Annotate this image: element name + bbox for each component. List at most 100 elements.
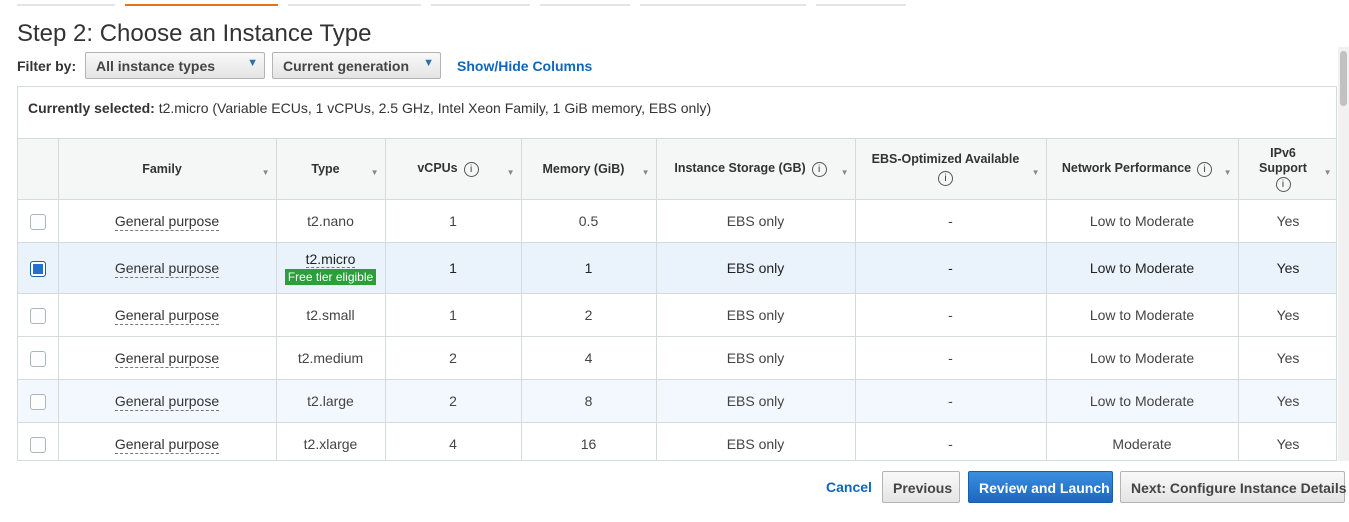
memory-cell: 2 xyxy=(521,293,657,337)
free-tier-badge: Free tier eligible xyxy=(284,269,377,285)
filter-label: Filter by: xyxy=(17,58,77,74)
scrollbar-thumb[interactable] xyxy=(1340,51,1347,106)
select-column-header xyxy=(18,139,59,200)
vcpus-cell: 2 xyxy=(385,336,522,380)
network-cell: Moderate xyxy=(1046,422,1239,460)
type-cell: t2.nano xyxy=(276,199,386,243)
filter-bar: Filter by: All instance types ▼ Current … xyxy=(17,52,1337,79)
network-cell: Low to Moderate xyxy=(1046,199,1239,243)
family-cell: General purpose xyxy=(58,379,277,423)
memory-cell: 0.5 xyxy=(521,199,657,243)
network-cell: Low to Moderate xyxy=(1046,379,1239,423)
sort-caret-icon[interactable]: ▼ xyxy=(1032,165,1040,180)
family-cell: General purpose xyxy=(58,242,277,294)
current-selection: Currently selected: t2.micro (Variable E… xyxy=(18,87,1336,139)
instance-type-table: Family ▼ Type ▼ vCPUs i ▼ Memory (GiB) ▼ Inst… xyxy=(18,139,1336,460)
row-checkbox-checked[interactable] xyxy=(29,260,46,277)
column-header-memory[interactable]: Memory (GiB) ▼ xyxy=(521,139,657,200)
ebs-cell: - xyxy=(855,199,1047,243)
review-and-launch-button[interactable]: Review and Launch xyxy=(968,471,1113,503)
row-checkbox[interactable] xyxy=(29,213,46,230)
wizard-tab[interactable] xyxy=(288,4,421,6)
wizard-tab[interactable] xyxy=(540,4,630,6)
sort-caret-icon[interactable]: ▼ xyxy=(371,165,379,180)
ipv6-cell: Yes xyxy=(1238,422,1336,460)
column-header-family[interactable]: Family ▼ xyxy=(58,139,277,200)
table-row[interactable]: General purpose t2.nano 1 0.5 EBS only -… xyxy=(18,199,1336,243)
row-checkbox[interactable] xyxy=(29,436,46,453)
table-row-hovered[interactable]: General purpose t2.large 2 8 EBS only - … xyxy=(18,379,1336,423)
sort-caret-icon[interactable]: ▼ xyxy=(841,165,849,180)
instance-type-filter-dropdown[interactable]: All instance types ▼ xyxy=(85,52,265,79)
wizard-tab[interactable] xyxy=(17,4,115,6)
column-header-label: Memory (GiB) xyxy=(542,161,625,176)
chevron-down-icon: ▼ xyxy=(423,57,434,69)
ebs-cell: - xyxy=(855,293,1047,337)
storage-cell: EBS only xyxy=(656,336,856,380)
family-link[interactable]: General purpose xyxy=(114,393,220,411)
ipv6-cell: Yes xyxy=(1238,293,1336,337)
info-icon[interactable]: i xyxy=(811,161,827,177)
column-header-ipv6[interactable]: IPv6 Support i ▼ xyxy=(1238,139,1336,200)
column-header-label: Network Performance xyxy=(1061,161,1192,176)
row-select-cell xyxy=(18,199,59,243)
row-checkbox[interactable] xyxy=(29,393,46,410)
column-header-label: Type xyxy=(311,161,340,176)
sort-caret-icon[interactable]: ▼ xyxy=(1224,165,1232,180)
chevron-down-icon: ▼ xyxy=(247,57,258,69)
table-row[interactable]: General purpose t2.medium 2 4 EBS only -… xyxy=(18,336,1336,380)
vertical-scrollbar[interactable] xyxy=(1338,47,1349,461)
table-row[interactable]: General purpose t2.xlarge 4 16 EBS only … xyxy=(18,422,1336,460)
vcpus-cell: 1 xyxy=(385,242,522,294)
table-row[interactable]: General purpose t2.small 1 2 EBS only - … xyxy=(18,293,1336,337)
generation-filter-value: Current generation xyxy=(283,58,410,74)
type-cell: t2.micro Free tier eligible xyxy=(276,242,386,294)
sort-caret-icon[interactable]: ▼ xyxy=(262,165,270,180)
column-header-storage[interactable]: Instance Storage (GB) i ▼ xyxy=(656,139,856,200)
show-hide-columns-link[interactable]: Show/Hide Columns xyxy=(457,58,592,74)
column-header-type[interactable]: Type ▼ xyxy=(276,139,386,200)
storage-cell: EBS only xyxy=(656,242,856,294)
wizard-tab[interactable] xyxy=(816,4,906,6)
family-cell: General purpose xyxy=(58,199,277,243)
next-configure-instance-button[interactable]: Next: Configure Instance Details xyxy=(1120,471,1347,503)
wizard-tab[interactable] xyxy=(431,4,530,6)
table-header-row: Family ▼ Type ▼ vCPUs i ▼ Memory (GiB) ▼ Inst… xyxy=(18,139,1336,200)
cancel-button[interactable]: Cancel xyxy=(812,471,886,503)
network-cell: Low to Moderate xyxy=(1046,336,1239,380)
storage-cell: EBS only xyxy=(656,379,856,423)
wizard-tab-active[interactable] xyxy=(125,4,278,6)
storage-cell: EBS only xyxy=(656,422,856,460)
page-title: Step 2: Choose an Instance Type xyxy=(17,20,372,47)
sort-caret-icon[interactable]: ▼ xyxy=(642,165,650,180)
info-icon[interactable]: i xyxy=(1197,161,1213,177)
info-icon[interactable]: i xyxy=(938,171,953,186)
wizard-tab[interactable] xyxy=(640,4,806,6)
sort-caret-icon[interactable]: ▼ xyxy=(1324,165,1332,180)
generation-filter-dropdown[interactable]: Current generation ▼ xyxy=(272,52,441,79)
row-select-cell xyxy=(18,336,59,380)
ipv6-cell: Yes xyxy=(1238,242,1336,294)
info-icon[interactable]: i xyxy=(463,161,479,177)
table-row-selected[interactable]: General purpose t2.micro Free tier eligi… xyxy=(18,242,1336,294)
type-label: t2.micro xyxy=(305,251,356,268)
row-checkbox[interactable] xyxy=(29,350,46,367)
family-link[interactable]: General purpose xyxy=(114,307,220,325)
ebs-cell: - xyxy=(855,422,1047,460)
family-link[interactable]: General purpose xyxy=(114,260,220,278)
memory-cell: 4 xyxy=(521,336,657,380)
column-header-label: Family xyxy=(142,161,182,176)
row-checkbox[interactable] xyxy=(29,307,46,324)
column-header-network[interactable]: Network Performance i ▼ xyxy=(1046,139,1239,200)
column-header-ebs[interactable]: EBS-Optimized Available i ▼ xyxy=(855,139,1047,200)
column-header-vcpus[interactable]: vCPUs i ▼ xyxy=(385,139,522,200)
family-link[interactable]: General purpose xyxy=(114,436,220,454)
memory-cell: 8 xyxy=(521,379,657,423)
sort-caret-icon[interactable]: ▼ xyxy=(507,165,515,180)
family-link[interactable]: General purpose xyxy=(114,213,220,231)
wizard-step-tabs xyxy=(0,0,1349,8)
type-cell: t2.medium xyxy=(276,336,386,380)
previous-button[interactable]: Previous xyxy=(882,471,960,503)
info-icon[interactable]: i xyxy=(1275,176,1291,192)
family-link[interactable]: General purpose xyxy=(114,350,220,368)
